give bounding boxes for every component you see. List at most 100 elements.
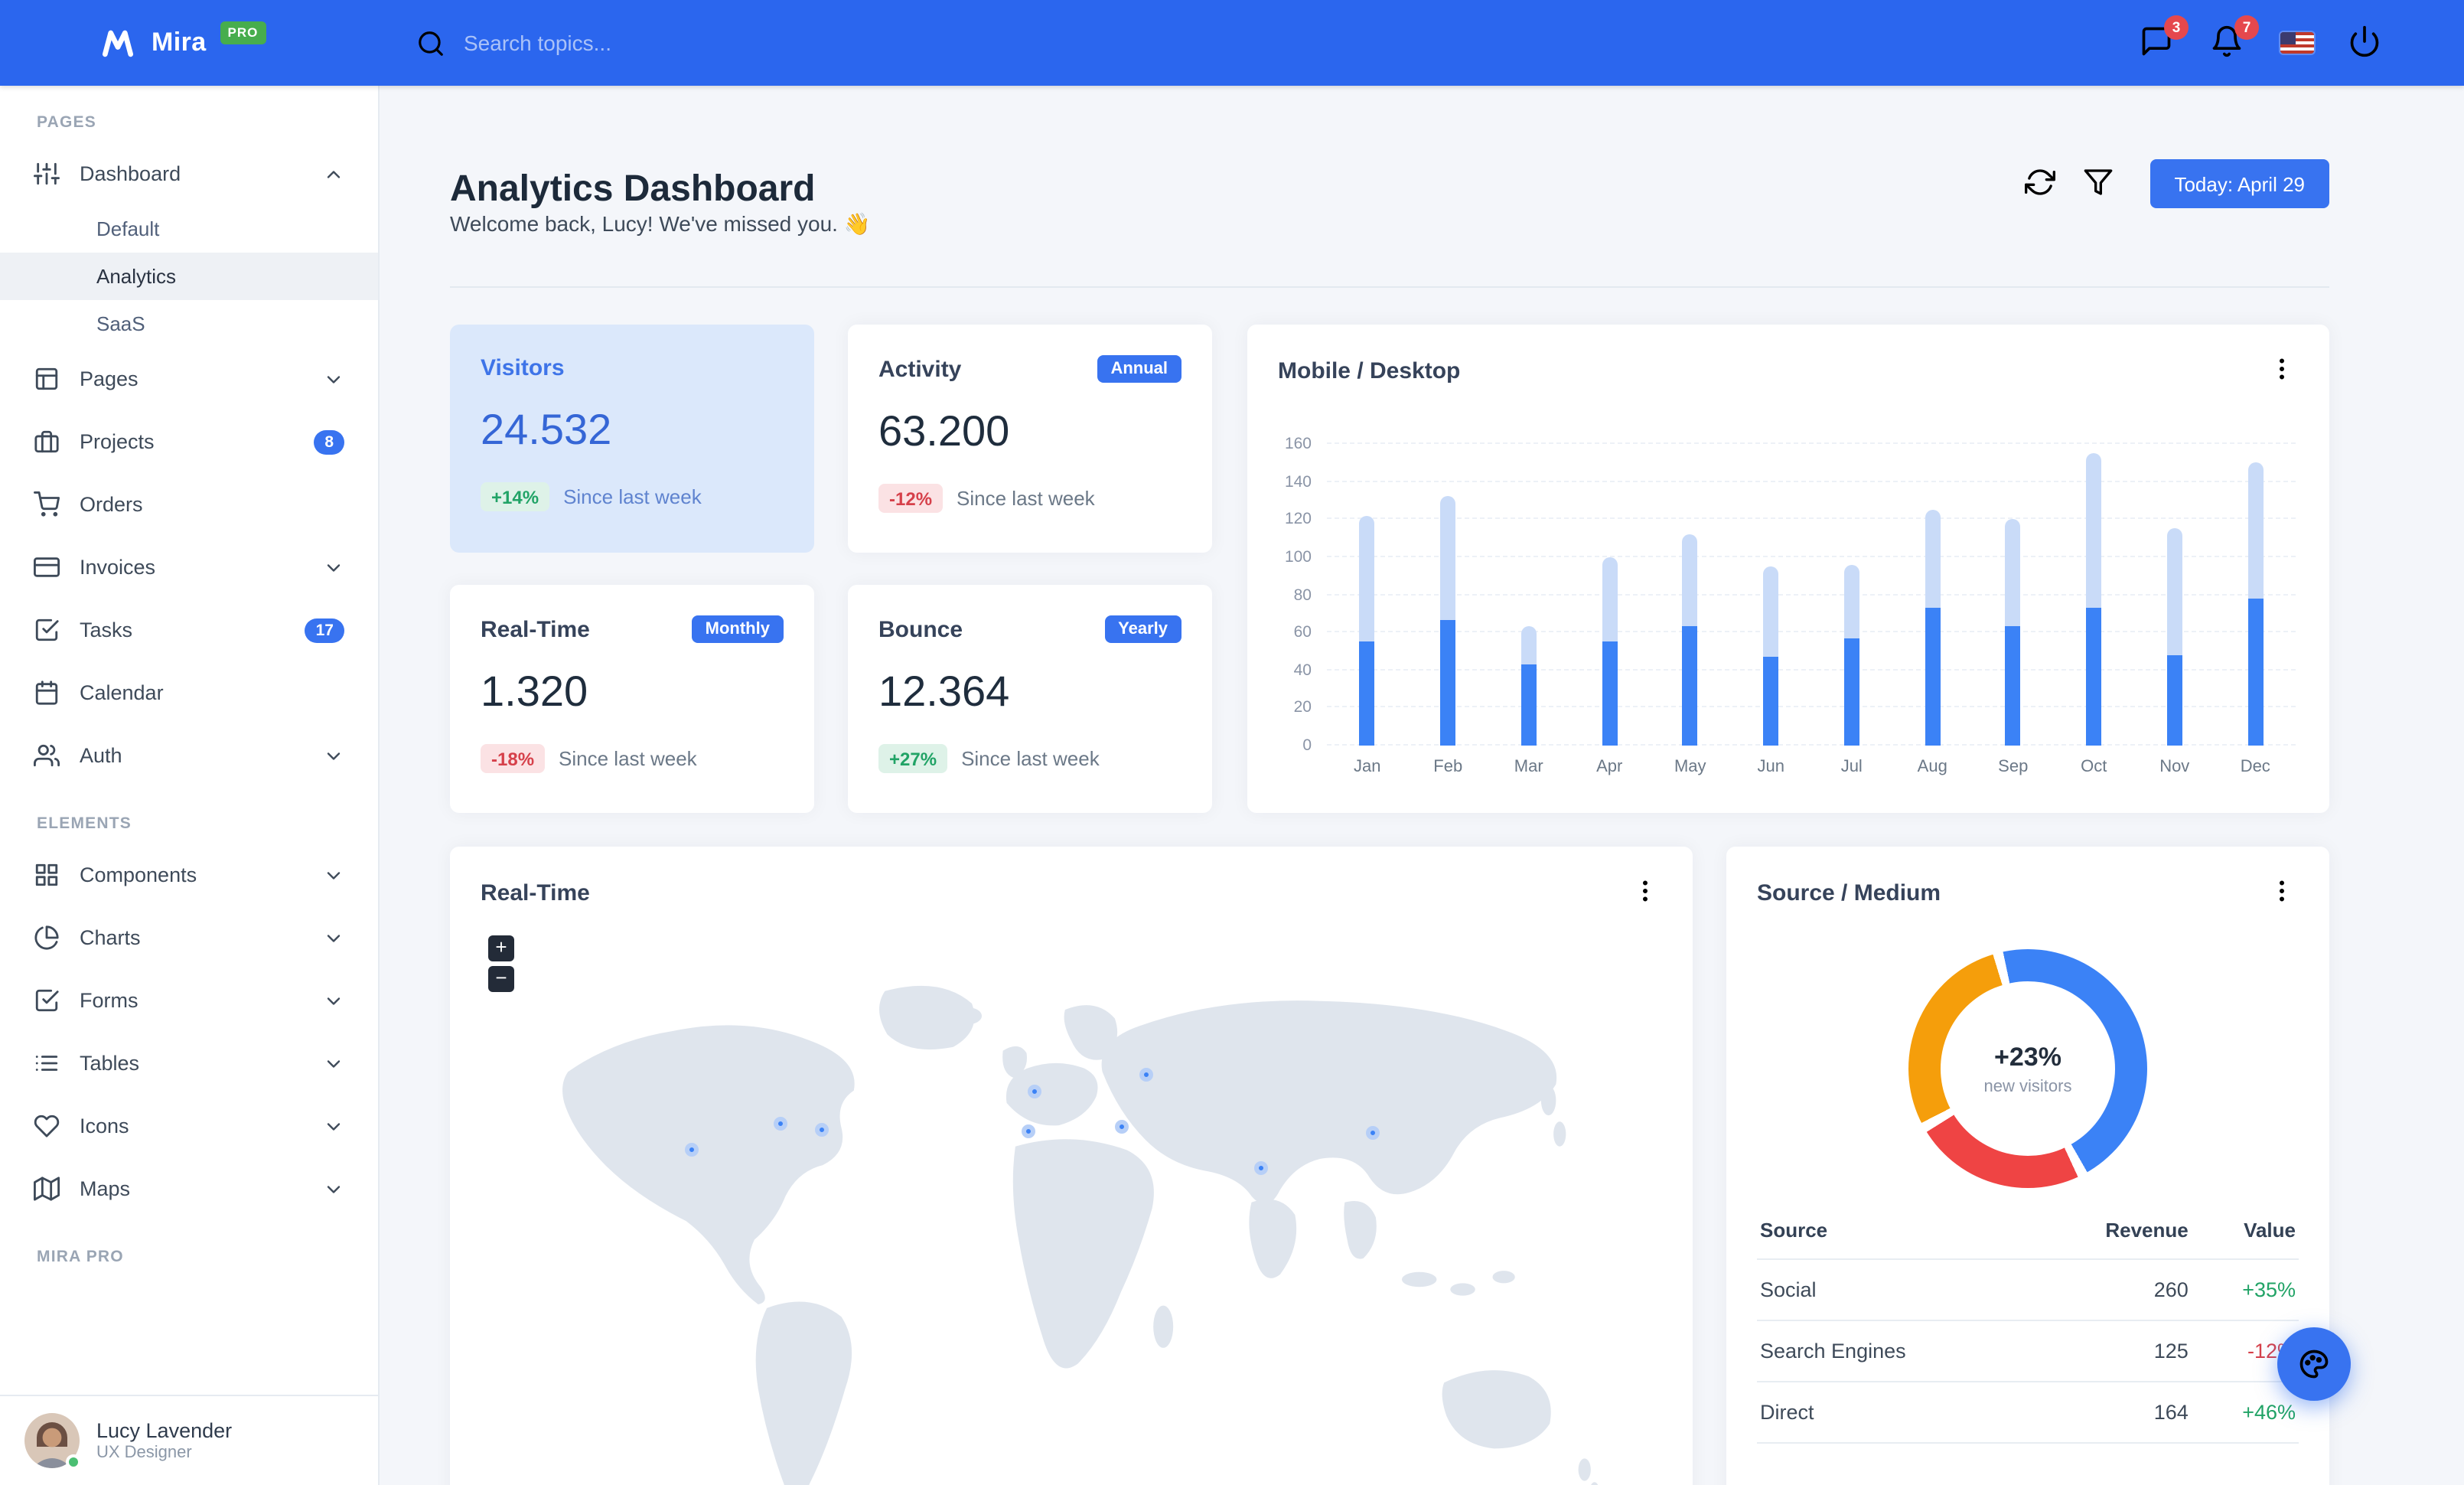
sidebar-item-pages[interactable]: Pages	[0, 348, 378, 410]
bar-segment-desktop	[1440, 496, 1456, 620]
header-actions: Today: April 29	[2024, 159, 2329, 208]
stat-value: 1.320	[481, 667, 588, 715]
stat-value: 12.364	[878, 667, 1010, 715]
sidebar-item-invoices[interactable]: Invoices	[0, 536, 378, 599]
x-axis-tick: Apr	[1596, 758, 1623, 776]
y-axis-tick: 80	[1293, 586, 1312, 604]
sidebar-item-calendar[interactable]: Calendar	[0, 661, 378, 724]
brand-logo-link[interactable]: Mira PRO	[98, 0, 266, 86]
sidebar-item-analytics[interactable]: Analytics	[0, 253, 378, 300]
chevron-down-icon	[323, 1053, 344, 1074]
sidebar-item-maps[interactable]: Maps	[0, 1157, 378, 1220]
bar-column	[2054, 444, 2135, 746]
sidebar-item-components[interactable]: Components	[0, 844, 378, 906]
bar-segment-mobile	[2166, 654, 2182, 746]
mira-logo-icon	[98, 23, 138, 63]
x-axis-tick: Sep	[1998, 758, 2029, 776]
users-icon	[34, 742, 60, 769]
donut-percent: +23%	[1994, 1042, 2061, 1071]
chevron-down-icon	[323, 368, 344, 390]
sidebar-item-default[interactable]: Default	[0, 205, 378, 253]
grid-icon	[34, 862, 60, 888]
map-marker[interactable]	[1028, 1085, 1041, 1098]
bar-segment-mobile	[2005, 626, 2021, 746]
sidebar-item-saas[interactable]: SaaS	[0, 300, 378, 348]
sidebar-user-footer[interactable]: Lucy Lavender UX Designer	[0, 1395, 378, 1485]
map-marker[interactable]	[685, 1143, 699, 1157]
card-menu-button[interactable]	[2268, 355, 2299, 386]
stat-value: 63.200	[878, 407, 1010, 455]
theme-settings-fab[interactable]	[2277, 1327, 2351, 1401]
source-medium-card: Source / Medium +23% new visitors Source…	[1726, 847, 2329, 1485]
card-menu-button[interactable]	[2268, 877, 2299, 908]
page-title: Analytics Dashboard	[450, 168, 816, 211]
bar-segment-mobile	[1925, 608, 1941, 746]
map-marker[interactable]	[1115, 1120, 1129, 1134]
sidebar-item-dashboard[interactable]: Dashboard	[0, 142, 378, 205]
search-input[interactable]	[461, 29, 859, 57]
sidebar-item-label: Components	[80, 863, 197, 886]
date-range-button[interactable]: Today: April 29	[2149, 159, 2329, 208]
sidebar-item-forms[interactable]: Forms	[0, 969, 378, 1032]
user-name: Lucy Lavender	[96, 1418, 233, 1442]
sidebar-item-auth[interactable]: Auth	[0, 724, 378, 787]
sidebar-item-tasks[interactable]: Tasks 17	[0, 599, 378, 661]
cell-revenue: 260	[2030, 1259, 2192, 1321]
chevron-down-icon	[323, 864, 344, 886]
page-subtitle: Welcome back, Lucy! We've missed you. 👋	[450, 211, 871, 236]
bar-segment-mobile	[2247, 598, 2264, 746]
power-icon	[2348, 24, 2381, 58]
sidebar-item-tables[interactable]: Tables	[0, 1032, 378, 1095]
stat-title: Visitors	[481, 355, 565, 381]
source-table: Source Revenue Value Social 260 +35% Sea…	[1757, 1202, 2299, 1444]
bar-segment-mobile	[1359, 641, 1375, 746]
sidebar-item-label: Maps	[80, 1177, 131, 1200]
messages-button[interactable]: 3	[2140, 15, 2189, 61]
visitors-stat-card: Visitors 24.532 +14% Since last week	[450, 325, 814, 553]
sidebar-item-label: Calendar	[80, 681, 164, 704]
refresh-button[interactable]	[2024, 167, 2058, 201]
chevron-down-icon	[323, 1178, 344, 1199]
list-icon	[34, 1050, 60, 1076]
language-flag-button[interactable]	[2280, 32, 2314, 54]
map-marker[interactable]	[1022, 1124, 1035, 1138]
notifications-button[interactable]: 7	[2210, 15, 2259, 61]
cell-value: +35%	[2191, 1259, 2299, 1321]
bar-plot	[1327, 444, 2296, 746]
map-marker[interactable]	[1366, 1126, 1380, 1140]
bar-column	[1488, 444, 1569, 746]
sidebar-item-orders[interactable]: Orders	[0, 473, 378, 536]
x-axis-tick: Aug	[1917, 758, 1947, 776]
sidebar-item-charts[interactable]: Charts	[0, 906, 378, 969]
sign-out-button[interactable]	[2348, 24, 2384, 61]
x-axis-tick: Nov	[2159, 758, 2190, 776]
bar-segment-mobile	[1843, 638, 1859, 746]
y-axis-tick: 100	[1284, 547, 1312, 566]
map-marker[interactable]	[1254, 1161, 1268, 1175]
sidebar-item-projects[interactable]: Projects 8	[0, 410, 378, 473]
stat-title: Activity	[878, 356, 962, 382]
sidebar-item-icons[interactable]: Icons	[0, 1095, 378, 1157]
map-marker[interactable]	[774, 1117, 787, 1131]
card-menu-button[interactable]	[1631, 877, 1662, 908]
map-marker[interactable]	[1139, 1068, 1153, 1082]
chevron-down-icon	[323, 990, 344, 1011]
bar-segment-desktop	[1682, 534, 1698, 627]
bar-column	[1327, 444, 1408, 746]
stat-change-badge: +14%	[481, 482, 550, 511]
column-header-value: Value	[2191, 1202, 2299, 1260]
filter-button[interactable]	[2082, 167, 2116, 201]
card-title: Real-Time	[481, 880, 590, 906]
cell-revenue: 125	[2030, 1320, 2192, 1382]
x-axis-tick: Oct	[2081, 758, 2107, 776]
global-search	[416, 0, 859, 86]
map-marker[interactable]	[815, 1123, 829, 1137]
stat-caption: Since last week	[957, 487, 1095, 510]
palette-icon	[2297, 1347, 2331, 1381]
projects-count-badge: 8	[314, 429, 344, 454]
column-header-source: Source	[1757, 1202, 2031, 1260]
avatar[interactable]	[24, 1413, 81, 1470]
sliders-icon	[34, 161, 60, 187]
cell-source: Social	[1757, 1259, 2031, 1321]
bar-segment-mobile	[1763, 657, 1779, 746]
